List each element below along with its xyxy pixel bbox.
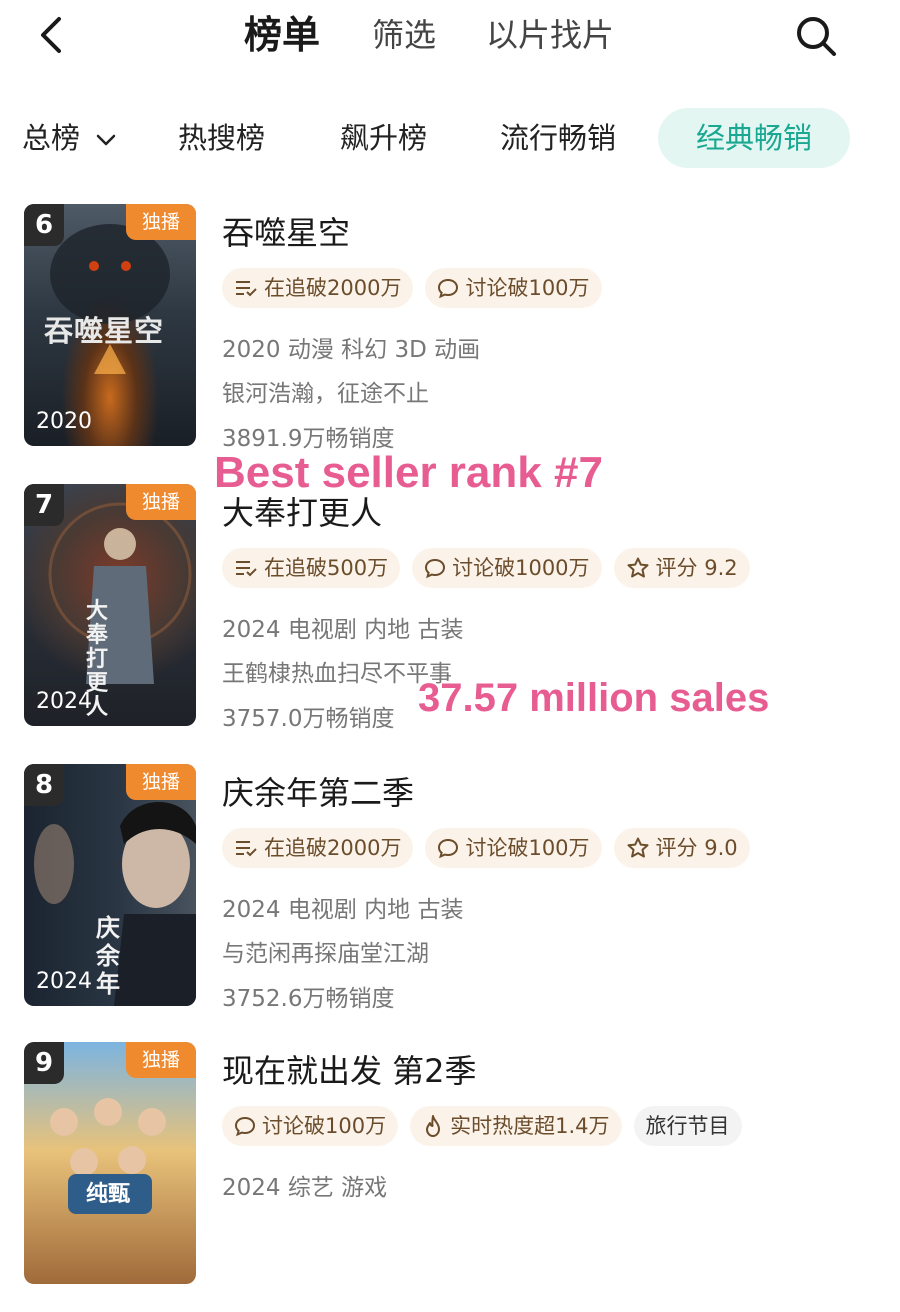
year-label: 2020: [36, 409, 92, 434]
tag-following: 在追破2000万: [222, 268, 414, 308]
tag-row: 在追破2000万 讨论破100万 评分 9.0: [222, 828, 750, 872]
back-arrow-icon: [41, 17, 61, 53]
poster[interactable]: 庆余年 8 独播 2024: [24, 764, 196, 1006]
item-title[interactable]: 吞噬星空: [222, 208, 350, 254]
search-icon: [797, 17, 836, 56]
year-label: 2024: [36, 969, 92, 994]
rank-badge: 7: [24, 484, 64, 526]
exclusive-badge: 独播: [126, 484, 196, 520]
poster-title: 纯甄: [86, 1182, 131, 1207]
poster-title: 庆余年: [96, 914, 120, 998]
poster-title: 吞噬星空: [44, 314, 165, 348]
chat-bubble-icon: [438, 278, 459, 299]
tab-ranking[interactable]: 榜单: [244, 10, 320, 60]
flame-icon: [426, 1115, 441, 1137]
tag-following: 在追破500万: [222, 548, 401, 588]
item-sales: 3757.0万畅销度: [222, 706, 395, 732]
exclusive-badge: 独播: [126, 764, 196, 800]
item-tagline: 与范闲再探庙堂江湖: [222, 941, 429, 967]
item-meta: 2024 综艺 游戏: [222, 1175, 388, 1201]
back-button[interactable]: [26, 10, 76, 60]
chat-bubble-icon: [438, 838, 459, 859]
list-item[interactable]: 庆余年 8 独播 2024 庆余年第二季 在追破2000万 讨论破100万 评分…: [0, 764, 900, 1034]
chat-bubble-icon: [234, 1116, 256, 1137]
tab-filter[interactable]: 筛选: [372, 10, 436, 60]
year-label: 2024: [36, 689, 92, 714]
star-icon: [627, 837, 649, 858]
chat-bubble-icon: [425, 558, 446, 579]
tag-heat: 实时热度超1.4万: [410, 1106, 622, 1146]
poster[interactable]: 大奉打更人 7 独播 2024: [24, 484, 196, 726]
tag-discussion: 讨论破100万: [425, 268, 602, 308]
category-tabs: 总榜 热搜榜 飙升榜 流行畅销 经典畅销: [0, 108, 900, 168]
poster[interactable]: 纯甄 9 独播: [24, 1042, 196, 1284]
list-item[interactable]: 吞噬星空 6 独播 2020 吞噬星空 在追破2000万 讨论破100万 202…: [0, 204, 900, 474]
tag-discussion: 讨论破100万: [222, 1106, 399, 1146]
best-seller-annotation: Best seller rank #7: [214, 448, 603, 497]
tag-rating: 评分 9.0: [613, 828, 750, 868]
tag-row: 在追破2000万 讨论破100万: [222, 268, 602, 312]
tag-row: 讨论破100万 实时热度超1.4万 旅行节目: [222, 1106, 742, 1150]
tag-genre: 旅行节目: [633, 1106, 742, 1146]
list-icon: [236, 841, 257, 857]
exclusive-badge: 独播: [126, 1042, 196, 1078]
tag-discussion: 讨论破1000万: [412, 548, 602, 588]
category-rising[interactable]: 飙升榜: [340, 108, 427, 168]
category-overall[interactable]: 总榜: [22, 108, 117, 168]
item-title[interactable]: 庆余年第二季: [222, 768, 414, 814]
tag-following: 在追破2000万: [222, 828, 414, 868]
list-icon: [236, 561, 257, 577]
category-hot-search[interactable]: 热搜榜: [178, 108, 265, 168]
poster[interactable]: 吞噬星空 6 独播 2020: [24, 204, 196, 446]
item-meta: 2020 动漫 科幻 3D 动画: [222, 337, 481, 363]
tag-rating: 评分 9.2: [613, 548, 750, 588]
item-sales: 3752.6万畅销度: [222, 986, 395, 1012]
rank-badge: 8: [24, 764, 64, 806]
item-title[interactable]: 现在就出发 第2季: [222, 1046, 477, 1092]
rank-badge: 6: [24, 204, 64, 246]
exclusive-badge: 独播: [126, 204, 196, 240]
category-label: 总榜: [22, 121, 81, 155]
category-classic-best-sellers[interactable]: 经典畅销: [658, 108, 850, 168]
top-navigation: 榜单 筛选 以片找片: [0, 0, 900, 80]
list-item[interactable]: 纯甄 9 独播 现在就出发 第2季 讨论破100万 实时热度超1.4万 旅行节目…: [0, 1042, 900, 1312]
list-icon: [236, 281, 257, 297]
search-button[interactable]: [788, 8, 844, 64]
chevron-down-icon: [96, 134, 116, 146]
item-tagline: 银河浩瀚，征途不止: [222, 381, 429, 407]
tag-row: 在追破500万 讨论破1000万 评分 9.2: [222, 548, 750, 592]
item-meta: 2024 电视剧 内地 古装: [222, 617, 464, 643]
category-popular-best-sellers[interactable]: 流行畅销: [500, 108, 616, 168]
tag-discussion: 讨论破100万: [425, 828, 602, 868]
sales-annotation: 37.57 million sales: [418, 676, 770, 720]
item-meta: 2024 电视剧 内地 古装: [222, 897, 464, 923]
star-icon: [627, 557, 649, 578]
tab-find-by-film[interactable]: 以片找片: [486, 10, 614, 60]
rank-badge: 9: [24, 1042, 64, 1084]
